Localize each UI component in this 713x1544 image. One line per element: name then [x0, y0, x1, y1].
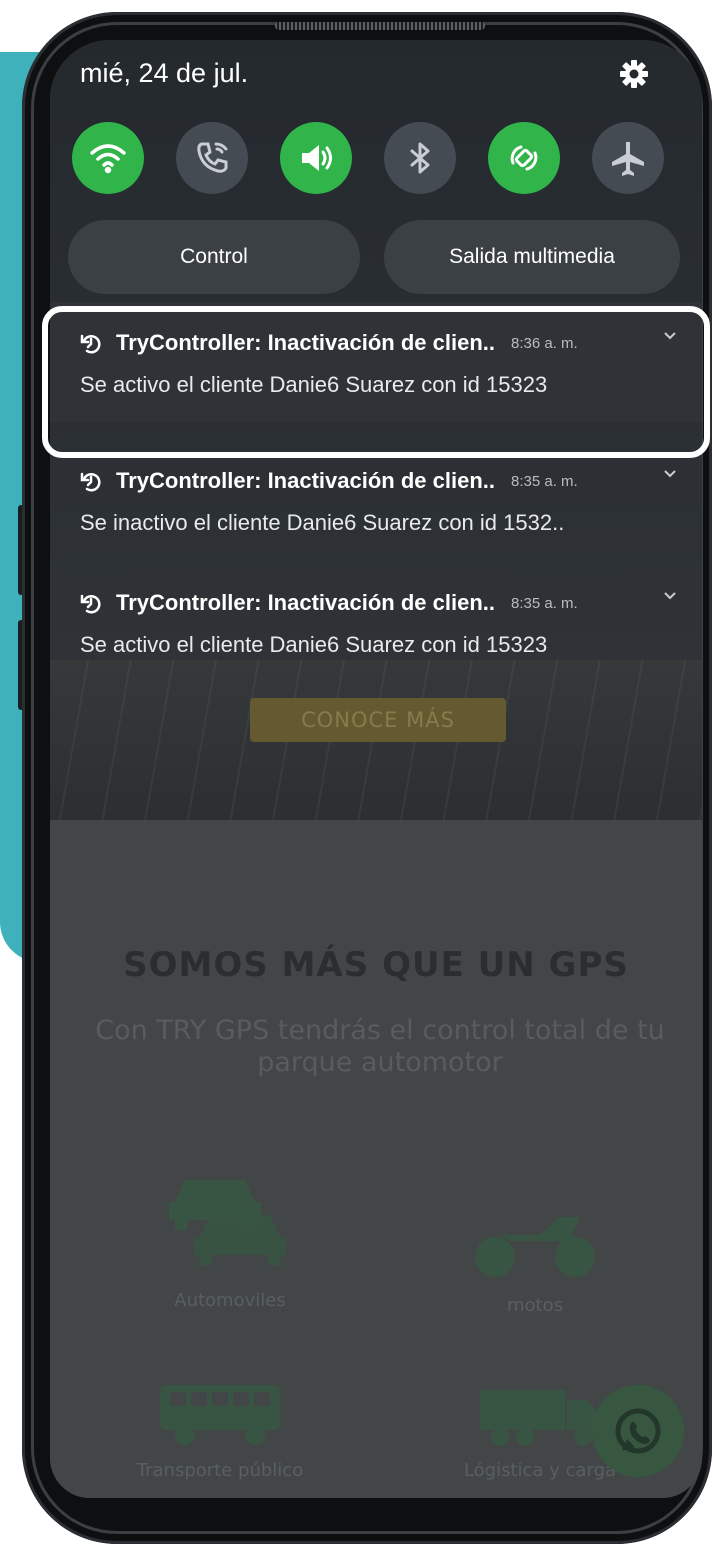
bluetooth-toggle[interactable] — [384, 122, 456, 194]
notification-body: Se inactivo el cliente Danie6 Suarez con… — [80, 510, 565, 535]
phone-screen: CONOCE MÁS SOMOS MÁS QUE UN GPS Con TRY … — [50, 40, 702, 1498]
auto-rotate-toggle[interactable] — [488, 122, 560, 194]
screen-dim-overlay — [50, 660, 702, 1498]
wifi-toggle[interactable] — [72, 122, 144, 194]
chevron-down-icon[interactable] — [662, 466, 678, 482]
auto-rotate-icon — [510, 145, 538, 171]
highlight-frame — [42, 306, 710, 458]
wifi-icon — [90, 144, 126, 174]
wifi-calling-icon — [197, 142, 228, 173]
chevron-down-icon[interactable] — [662, 588, 678, 604]
airplane-mode-toggle[interactable] — [592, 122, 664, 194]
notification-title: TryController: Inactivación de clien.. — [116, 590, 495, 615]
trycontroller-app-icon — [80, 594, 101, 614]
control-label: Control — [180, 245, 248, 268]
earpiece-speaker — [275, 22, 485, 30]
media-output-label: Salida multimedia — [449, 245, 615, 268]
bluetooth-icon — [410, 142, 430, 174]
status-date: mié, 24 de jul. — [80, 58, 249, 88]
settings-gear-icon[interactable] — [618, 58, 650, 90]
notification-time: 8:35 a. m. — [510, 594, 578, 612]
sound-icon — [302, 145, 332, 171]
sound-toggle[interactable] — [280, 122, 352, 194]
notification-item[interactable]: TryController: Inactivación de clien.. 8… — [50, 440, 702, 560]
control-button[interactable]: Control — [68, 220, 360, 294]
wifi-calling-toggle[interactable] — [176, 122, 248, 194]
notification-time: 8:35 a. m. — [510, 472, 578, 490]
notification-body: Se activo el cliente Danie6 Suarez con i… — [80, 632, 548, 657]
media-output-button[interactable]: Salida multimedia — [384, 220, 680, 294]
notification-title: TryController: Inactivación de clien.. — [116, 468, 495, 493]
trycontroller-app-icon — [80, 472, 101, 492]
airplane-icon — [612, 142, 644, 176]
